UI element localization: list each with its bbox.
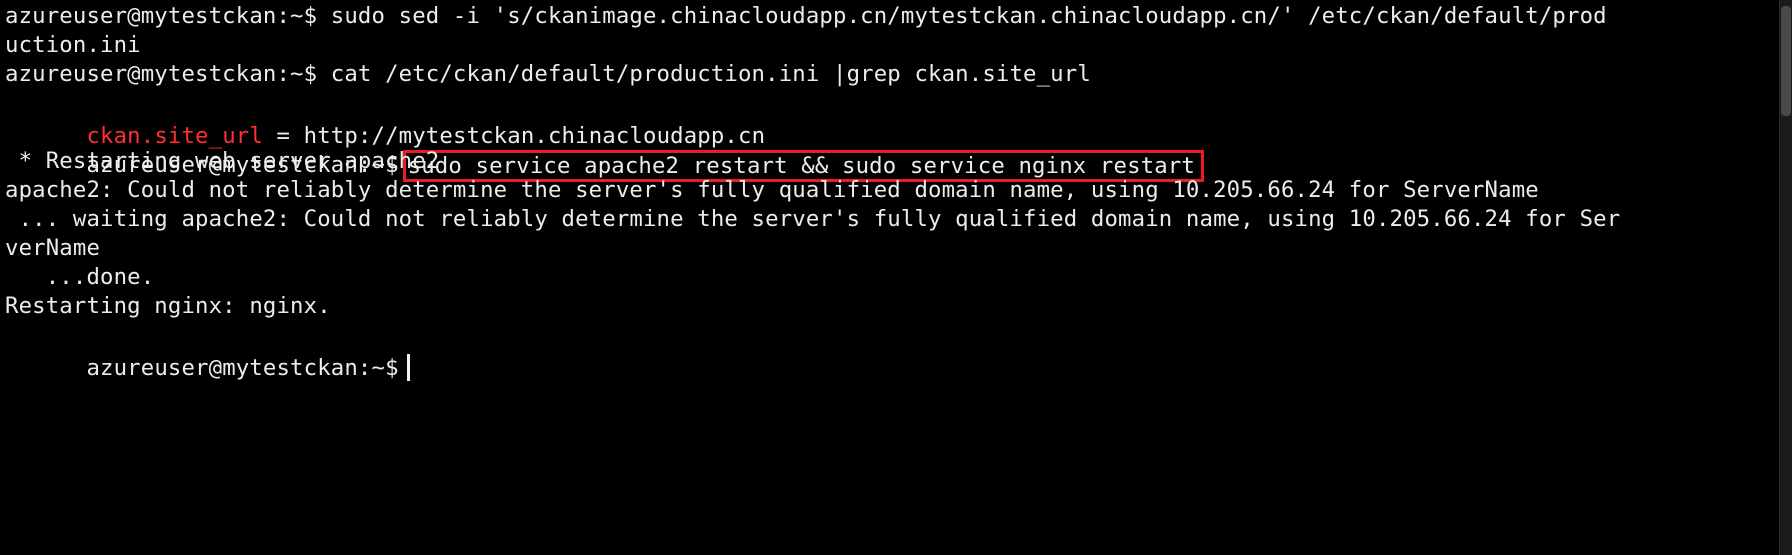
terminal-line-8: ... waiting apache2: Could not reliably … (5, 206, 1621, 232)
terminal-scrollbar[interactable] (1779, 0, 1792, 555)
terminal-window[interactable]: azureuser@mytestckan:~$ sudo sed -i 's/c… (0, 0, 1792, 555)
scrollbar-thumb[interactable] (1781, 6, 1791, 116)
terminal-line-1: azureuser@mytestckan:~$ sudo sed -i 's/c… (5, 3, 1607, 29)
terminal-prompt-final: azureuser@mytestckan:~$ (86, 355, 399, 381)
text-cursor (406, 353, 410, 381)
terminal-output[interactable]: azureuser@mytestckan:~$ sudo sed -i 's/c… (5, 0, 1792, 555)
terminal-line-12: azureuser@mytestckan:~$ (5, 319, 410, 381)
